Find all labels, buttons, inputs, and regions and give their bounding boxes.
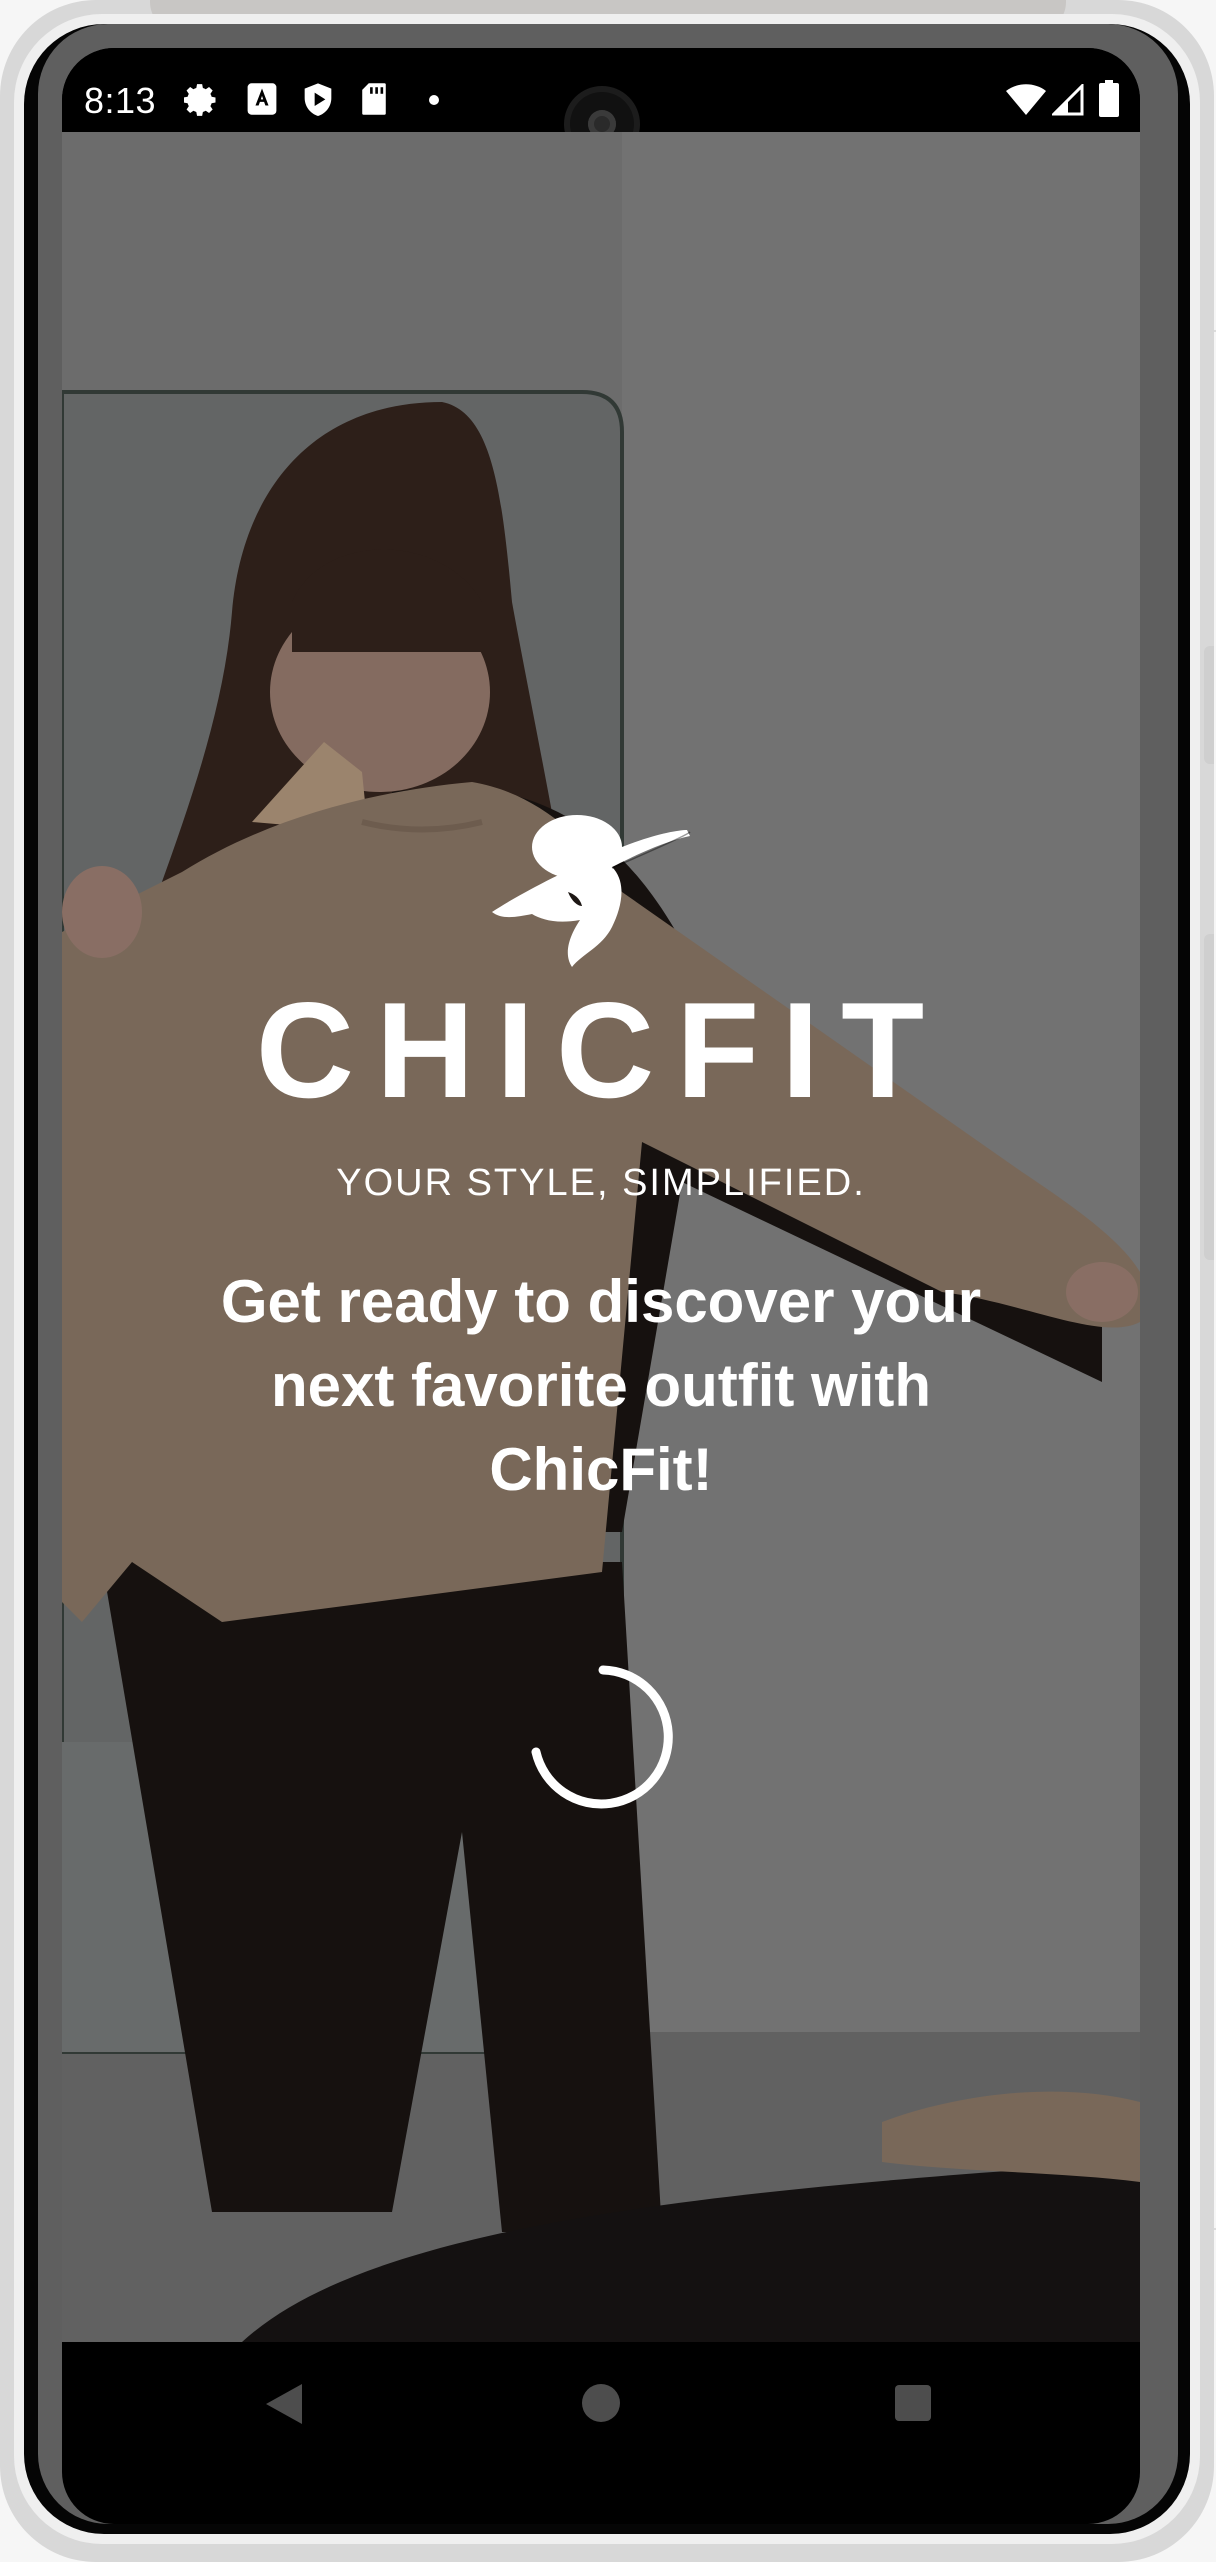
welcome-message: Get ready to discover your next favorite… xyxy=(220,1268,982,1503)
phone-chin xyxy=(62,2468,1140,2524)
back-icon[interactable] xyxy=(264,2382,304,2426)
power-button[interactable] xyxy=(1204,646,1214,764)
volume-button[interactable] xyxy=(1204,934,1214,1260)
brand-name: CHICFIT xyxy=(255,974,947,1126)
keyboard-a-icon xyxy=(247,83,277,115)
status-time: 8:13 xyxy=(84,80,157,121)
recents-icon[interactable] xyxy=(894,2384,932,2422)
phone-screen: 8:13 CHICFIT YOUR STYLE, SIMPLIFIED. Get… xyxy=(62,48,1140,2468)
sd-card-icon xyxy=(362,83,386,115)
shield-play-icon xyxy=(304,83,332,116)
wifi-icon xyxy=(1006,84,1046,115)
gear-icon xyxy=(184,84,216,116)
home-icon[interactable] xyxy=(581,2383,621,2423)
tagline: YOUR STYLE, SIMPLIFIED. xyxy=(336,1162,866,1204)
background-photo: CHICFIT YOUR STYLE, SIMPLIFIED. Get read… xyxy=(62,132,1140,2342)
battery-icon xyxy=(1099,80,1119,117)
splash-overlay: CHICFIT YOUR STYLE, SIMPLIFIED. Get read… xyxy=(62,132,1140,2342)
navigation-bar xyxy=(62,2342,1140,2468)
spinner-icon xyxy=(531,1665,673,1809)
dot-icon xyxy=(429,95,439,105)
signal-icon xyxy=(1052,84,1084,116)
woman-with-hat-icon xyxy=(492,815,691,967)
